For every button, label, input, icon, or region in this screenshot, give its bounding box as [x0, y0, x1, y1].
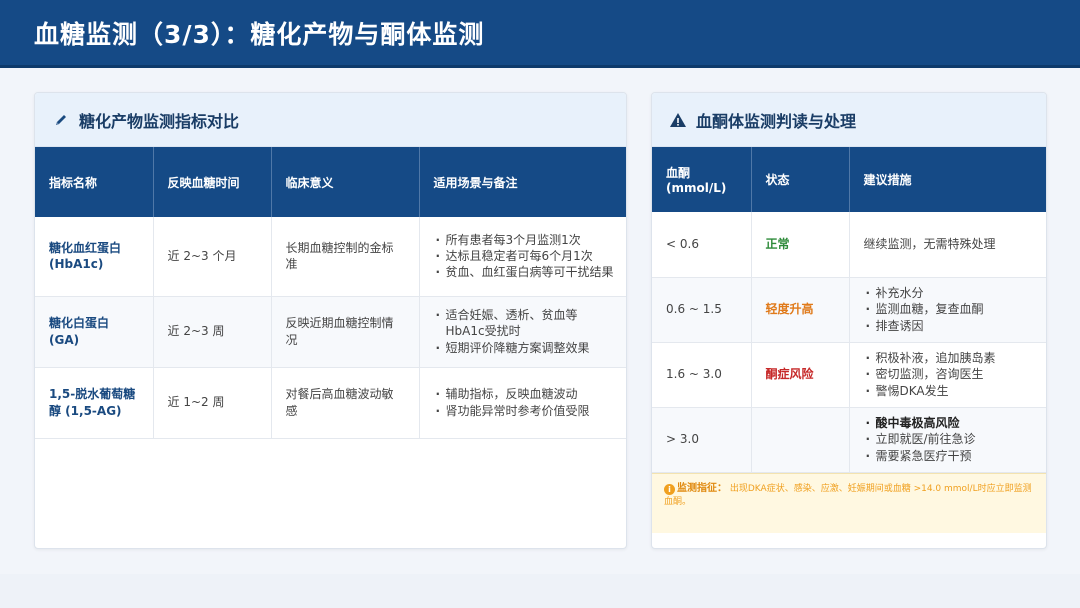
col-header-actions: 建议措施 — [849, 147, 1046, 212]
indicator-time: 近 2~3 个月 — [153, 217, 272, 297]
col-header-name: 指标名称 — [35, 147, 154, 217]
status-badge: 酮症风险 — [751, 342, 850, 408]
ketone-table: 血酮 (mmol/L) 状态 建议措施 < 0.6 正常 继续监测，无需特殊处理… — [652, 147, 1046, 473]
list-item: 补充水分 — [864, 285, 1035, 301]
ketone-range: > 3.0 — [652, 407, 752, 473]
col-header-ketone: 血酮 (mmol/L) — [652, 147, 752, 212]
indicator-meaning: 反映近期血糖控制情况 — [271, 296, 420, 368]
table-row: 1.6 ~ 3.0 酮症风险 积极补液，追加胰岛素 密切监测，咨询医生 警惕DK… — [652, 342, 1046, 408]
indicator-name: 糖化白蛋白 (GA) — [35, 296, 154, 368]
col-header-time: 反映血糖时间 — [153, 147, 272, 217]
list-item: 适合妊娠、透析、贫血等HbA1c受扰时 — [434, 307, 615, 339]
list-item: 贫血、血红蛋白病等可干扰结果 — [434, 264, 615, 280]
ketone-range: < 0.6 — [652, 212, 752, 278]
list-item: 立即就医/前往急诊 — [864, 431, 1035, 447]
list-item: 所有患者每3个月监测1次 — [434, 232, 615, 248]
indicator-meaning: 对餐后高血糖波动敏感 — [271, 367, 420, 439]
info-icon: i — [664, 484, 675, 495]
status-badge: 轻度升高 — [751, 277, 850, 343]
indicator-time: 近 1~2 周 — [153, 367, 272, 439]
table-row: < 0.6 正常 继续监测，无需特殊处理 — [652, 212, 1046, 278]
indicator-notes: 所有患者每3个月监测1次 达标且稳定者可每6个月1次 贫血、血红蛋白病等可干扰结… — [419, 217, 626, 297]
indicator-time: 近 2~3 周 — [153, 296, 272, 368]
status-badge: 正常 — [751, 212, 850, 278]
list-item: 积极补液，追加胰岛素 — [864, 350, 1035, 366]
glycation-card-heading: 糖化产物监测指标对比 — [79, 111, 240, 131]
page-header: 血糖监测（3/3）：糖化产物与酮体监测 — [0, 0, 1080, 68]
list-item: 排查诱因 — [864, 318, 1035, 334]
list-item: 辅助指标，反映血糖波动 — [434, 386, 615, 402]
indicator-notes: 适合妊娠、透析、贫血等HbA1c受扰时 短期评价降糖方案调整效果 — [419, 296, 626, 368]
glycation-card-title: 糖化产物监测指标对比 — [35, 93, 626, 147]
ketone-actions: 酸中毒极高风险 立即就医/前往急诊 需要紧急医疗干预 — [849, 407, 1046, 473]
col-header-meaning: 临床意义 — [271, 147, 420, 217]
status-badge — [751, 407, 850, 473]
col-header-status: 状态 — [751, 147, 850, 212]
indicator-meaning: 长期血糖控制的金标准 — [271, 217, 420, 297]
indicator-name: 糖化血红蛋白 (HbA1c) — [35, 217, 154, 297]
table-row: > 3.0 酸中毒极高风险 立即就医/前往急诊 需要紧急医疗干预 — [652, 407, 1046, 473]
list-item: 密切监测，咨询医生 — [864, 366, 1035, 382]
table-row: 糖化血红蛋白 (HbA1c) 近 2~3 个月 长期血糖控制的金标准 所有患者每… — [35, 217, 626, 297]
ketone-range: 0.6 ~ 1.5 — [652, 277, 752, 343]
note-label: 监测指征： — [677, 483, 727, 494]
glycation-table: 指标名称 反映血糖时间 临床意义 适用场景与备注 糖化血红蛋白 (HbA1c) … — [35, 147, 626, 439]
monitoring-note: i 监测指征： 出现DKA症状、感染、应激、妊娠期间或血糖 >14.0 mmol/… — [652, 473, 1046, 533]
indicator-notes: 辅助指标，反映血糖波动 肾功能异常时参考价值受限 — [419, 367, 626, 439]
list-item: 达标且稳定者可每6个月1次 — [434, 248, 615, 264]
table-row: 1,5-脱水葡萄糖醇 (1,5-AG) 近 1~2 周 对餐后高血糖波动敏感 辅… — [35, 367, 626, 439]
list-item: 酸中毒极高风险 — [864, 415, 1035, 431]
list-item: 短期评价降糖方案调整效果 — [434, 340, 615, 356]
warning-icon — [668, 110, 688, 130]
list-item: 监测血糖，复查血酮 — [864, 301, 1035, 317]
list-item: 肾功能异常时参考价值受限 — [434, 403, 615, 419]
ketone-card-title: 血酮体监测判读与处理 — [652, 93, 1046, 147]
ketone-card-heading: 血酮体监测判读与处理 — [696, 111, 857, 131]
ketone-card: 血酮体监测判读与处理 血酮 (mmol/L) 状态 建议措施 < 0.6 正常 … — [651, 92, 1047, 549]
list-item: 需要紧急医疗干预 — [864, 448, 1035, 464]
table-row: 0.6 ~ 1.5 轻度升高 补充水分 监测血糖，复查血酮 排查诱因 — [652, 277, 1046, 343]
ketone-actions: 补充水分 监测血糖，复查血酮 排查诱因 — [849, 277, 1046, 343]
list-item: 警惕DKA发生 — [864, 383, 1035, 399]
col-header-notes: 适用场景与备注 — [419, 147, 626, 217]
glycation-card: 糖化产物监测指标对比 指标名称 反映血糖时间 临床意义 适用场景与备注 糖化血红… — [34, 92, 627, 549]
pen-icon — [51, 110, 71, 130]
page-title: 血糖监测（3/3）：糖化产物与酮体监测 — [34, 19, 485, 49]
table-row: 糖化白蛋白 (GA) 近 2~3 周 反映近期血糖控制情况 适合妊娠、透析、贫血… — [35, 296, 626, 368]
indicator-name: 1,5-脱水葡萄糖醇 (1,5-AG) — [35, 367, 154, 439]
ketone-actions: 继续监测，无需特殊处理 — [849, 212, 1046, 278]
footer-band — [0, 574, 1080, 608]
ketone-actions: 积极补液，追加胰岛素 密切监测，咨询医生 警惕DKA发生 — [849, 342, 1046, 408]
ketone-range: 1.6 ~ 3.0 — [652, 342, 752, 408]
